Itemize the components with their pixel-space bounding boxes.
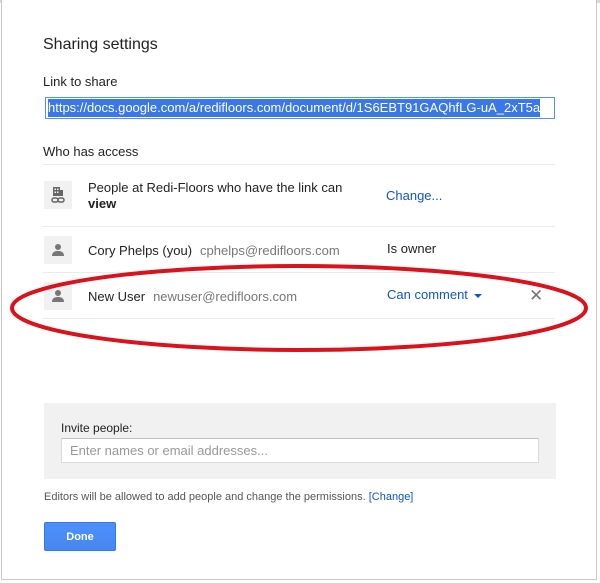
share-link-field[interactable]: https://docs.google.com/a/redifloors.com… [45,97,555,119]
person-icon [44,236,72,264]
invite-people-label: Invite people: [61,421,133,435]
close-icon[interactable]: ✕ [529,287,543,304]
person-icon [44,282,72,310]
new-user-permission-label[interactable]: Can comment [387,287,468,302]
share-link-text[interactable]: https://docs.google.com/a/redifloors.com… [48,99,541,117]
new-user-entry: New User newuser@redifloors.com [88,289,297,304]
change-link-access-button[interactable]: Change... [386,188,442,203]
owner-name: Cory Phelps (you) [88,243,193,258]
change-editors-permission-link[interactable]: [Change] [369,491,414,503]
done-button[interactable]: Done [44,522,116,551]
link-access-description: People at Redi-Floors who have the link … [88,180,342,212]
link-to-share-label: Link to share [43,74,118,89]
owner-email: cphelps@redifloors.com [200,243,340,258]
chevron-down-icon[interactable] [473,293,482,298]
editors-note-text: Editors will be allowed to add people an… [44,491,366,503]
new-user-email: newuser@redifloors.com [153,289,298,304]
editors-permission-note: Editors will be allowed to add people an… [44,491,413,503]
link-access-level: view [88,196,117,211]
new-user-permission-dropdown[interactable]: Can comment [387,287,482,302]
link-access-text: People at Redi-Floors who have the link … [88,180,343,195]
new-user-name: New User [88,289,146,304]
invite-people-input[interactable] [61,438,539,463]
owner-role: Is owner [387,241,437,256]
dialog-title: Sharing settings [43,36,158,53]
divider [43,318,555,319]
divider [43,272,555,273]
divider [43,164,555,165]
building-link-icon [44,181,72,209]
who-has-access-label: Who has access [43,144,139,159]
invite-people-panel: Invite people: [44,403,556,479]
divider [43,226,555,227]
owner-entry: Cory Phelps (you) cphelps@redifloors.com [88,243,340,258]
